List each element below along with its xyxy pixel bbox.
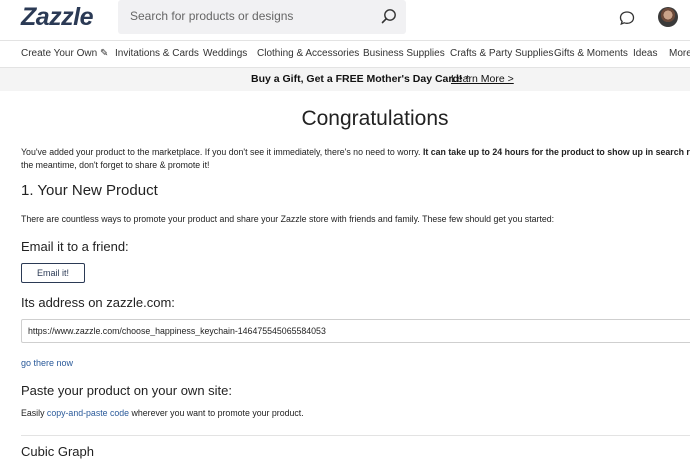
- nav-item-clothing[interactable]: Clothing & Accessories: [257, 48, 359, 59]
- search-icon[interactable]: [380, 8, 398, 26]
- intro-text-bold: It can take up to 24 hours for the produ…: [422, 147, 690, 157]
- site-header: Zazzle: [0, 0, 690, 40]
- page-title: Congratulations: [301, 107, 449, 130]
- intro-text-line2: the meantime, don't forget to share & pr…: [21, 160, 210, 170]
- category-nav: Create Your Own ✎ Invitations & Cards We…: [0, 40, 690, 68]
- section-intro: There are countless ways to promote your…: [21, 214, 555, 224]
- nav-item-weddings[interactable]: Weddings: [203, 48, 247, 59]
- nav-item-gifts-moments[interactable]: Gifts & Moments: [554, 48, 628, 59]
- promo-banner: Buy a Gift, Get a FREE Mother's Day Card…: [0, 68, 690, 91]
- go-there-now-link[interactable]: go there now: [21, 358, 73, 368]
- user-avatar[interactable]: [658, 7, 678, 27]
- search-bar[interactable]: [118, 0, 406, 34]
- zazzle-logo[interactable]: Zazzle: [21, 3, 94, 32]
- product-url-field[interactable]: [21, 319, 690, 343]
- intro-text: You've added your product to the marketp…: [21, 146, 690, 172]
- nav-item-create-your-own[interactable]: Create Your Own ✎: [21, 48, 108, 59]
- paste-text-end: wherever you want to promote your produc…: [131, 408, 304, 418]
- nav-item-business-supplies[interactable]: Business Supplies: [363, 48, 445, 59]
- paste-text: Easily copy-and-paste code wherever you …: [21, 408, 304, 418]
- chat-icon[interactable]: [619, 10, 635, 26]
- intro-text-start: You've added your product to the marketp…: [21, 147, 421, 157]
- nav-item-more[interactable]: More: [669, 48, 690, 59]
- nav-item-label: Create Your Own: [21, 48, 98, 59]
- paste-heading: Paste your product on your own site:: [21, 383, 233, 398]
- nav-item-crafts-party[interactable]: Crafts & Party Supplies: [450, 48, 553, 59]
- promo-text: Buy a Gift, Get a FREE Mother's Day Card…: [251, 73, 469, 85]
- address-heading: Its address on zazzle.com:: [21, 295, 175, 310]
- pencil-icon: ✎: [99, 48, 109, 59]
- section-title: 1. Your New Product: [21, 182, 158, 199]
- email-it-button[interactable]: Email it!: [21, 263, 85, 283]
- email-heading: Email it to a friend:: [21, 239, 129, 254]
- next-section-heading: Cubic Graph: [21, 444, 94, 459]
- copy-paste-code-link[interactable]: copy-and-paste code: [47, 408, 129, 418]
- paste-text-start: Easily: [21, 408, 45, 418]
- learn-more-link[interactable]: Learn More >: [451, 73, 514, 85]
- search-input[interactable]: [128, 8, 372, 24]
- section-divider: [21, 435, 690, 436]
- nav-item-invitations[interactable]: Invitations & Cards: [115, 48, 199, 59]
- nav-item-ideas[interactable]: Ideas: [633, 48, 657, 59]
- promo-message: Buy a Gift, Get a FREE Mother's Day Card…: [251, 73, 463, 85]
